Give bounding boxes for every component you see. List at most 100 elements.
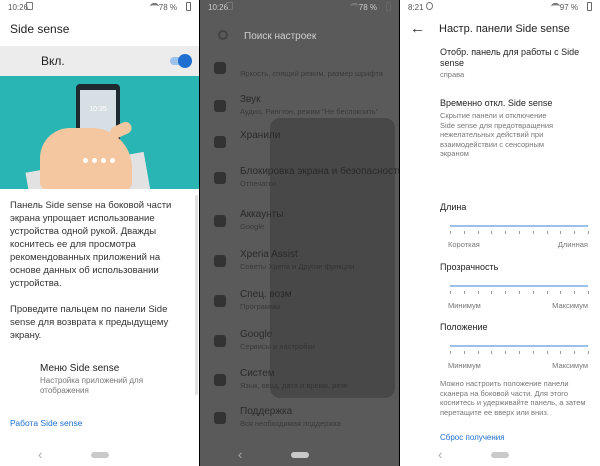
slider-tick [519, 231, 520, 234]
back-arrow-icon[interactable]: ← [410, 20, 425, 37]
slider-tick [519, 351, 520, 354]
side-sense-menu [270, 118, 395, 398]
slider-tick [450, 291, 451, 294]
status-time: 8:21 [408, 3, 424, 12]
setting-icon [214, 295, 226, 307]
slider-tick [588, 231, 589, 234]
how-it-works-link[interactable]: Работа Side sense [10, 418, 82, 428]
slider-tick [477, 231, 479, 234]
slider-tick [491, 291, 493, 294]
slider-tick [491, 351, 493, 354]
nav-bar: ‹ [0, 444, 199, 466]
setting-icon [214, 172, 226, 184]
slider-tick [463, 231, 465, 234]
side-sense-intro-screen: 10:26 78 % Side sense Вкл. 10:35 Панель … [0, 0, 199, 466]
setting-icon [214, 374, 226, 386]
slider-tick [477, 351, 479, 354]
setting-title: Звук [240, 94, 261, 105]
illustration-clock: 10:35 [89, 106, 107, 113]
length-max: Длинная [557, 240, 588, 249]
settings-row[interactable]: Яркость, спящий режим, размер шрифта [200, 50, 399, 90]
setting-subtitle: Google [240, 222, 265, 231]
hand-phone-illustration: 10:35 [0, 76, 199, 189]
length-ticks [450, 231, 589, 235]
setting-icon [214, 62, 226, 74]
battery-percent: 78 % [358, 3, 377, 12]
status-bar: 8:21 97 % [400, 0, 600, 16]
slider-tick [450, 231, 451, 234]
search-bar[interactable]: Поиск настроек [200, 22, 399, 50]
reset-link[interactable]: Сброс получения [440, 433, 505, 442]
nav-bar: ‹ [200, 444, 399, 466]
slider-tick [477, 291, 479, 294]
length-slider-track[interactable] [450, 225, 588, 227]
scrollbar[interactable] [195, 195, 198, 395]
status-bar: 10:26 78 % [0, 0, 199, 16]
panel-side-title[interactable]: Отобр. панель для работы с Side sense [440, 47, 590, 69]
slider-tick [450, 351, 451, 354]
settings-row[interactable]: Поддержка Вся необходимая поддержка [200, 400, 399, 440]
home-pill[interactable] [491, 452, 509, 458]
side-sense-menu-screen: 10:26 78 % Поиск настроек Яркость, спящи… [200, 0, 399, 466]
transparency-slider-track[interactable] [450, 285, 588, 287]
battery-icon [386, 2, 391, 11]
home-pill[interactable] [291, 452, 309, 458]
disable-title[interactable]: Временно откл. Side sense [440, 98, 590, 109]
position-min: Минимум [448, 361, 481, 370]
enable-toggle-row[interactable]: Вкл. [0, 46, 199, 76]
notification-icon [26, 2, 33, 10]
menu-heading[interactable]: Меню Side sense [40, 363, 119, 374]
setting-subtitle: Яркость, спящий режим, размер шрифта [240, 69, 383, 78]
slider-tick [574, 291, 576, 294]
slider-tick [574, 231, 576, 234]
position-max: Максимум [552, 361, 588, 370]
transparency-min: Минимум [448, 301, 481, 310]
battery-icon [186, 2, 191, 11]
page-title: Side sense [10, 22, 70, 36]
transparency-range: Минимум Максимум [448, 301, 588, 310]
nav-bar: ‹ [400, 444, 600, 466]
setting-icon [214, 412, 226, 424]
length-range: Короткая Длинная [448, 240, 588, 249]
slider-tick [463, 291, 465, 294]
back-icon[interactable]: ‹ [438, 447, 442, 462]
screenshot-collage: 10:26 78 % Side sense Вкл. 10:35 Панель … [0, 0, 600, 466]
panel-side-value: справа [440, 70, 465, 79]
slider-tick [546, 231, 548, 234]
search-input[interactable]: Поиск настроек [244, 31, 316, 42]
position-slider-track[interactable] [450, 345, 588, 347]
setting-subtitle: Вся необходимая поддержка [240, 419, 341, 428]
page-title: Настр. панели Side sense [439, 23, 570, 35]
slider-tick [560, 291, 562, 294]
slider-tick [491, 231, 493, 234]
slider-tick [588, 291, 589, 294]
position-range: Минимум Максимум [448, 361, 588, 370]
setting-subtitle: Аудио, Рингтон, режим "Не беспокоить" [240, 107, 379, 116]
notification-icon [426, 2, 433, 10]
setting-icon [214, 215, 226, 227]
disable-description: Скрытие панели и отключение Side sense д… [440, 111, 554, 158]
setting-icon [214, 335, 226, 347]
slider-tick [519, 291, 520, 294]
transparency-label: Прозрачность [440, 262, 499, 272]
slider-tick [588, 351, 589, 354]
slider-tick [505, 231, 507, 234]
wifi-icon [350, 2, 359, 10]
back-icon[interactable]: ‹ [38, 447, 42, 462]
length-label: Длина [440, 202, 467, 212]
setting-title: Google [240, 329, 273, 340]
description-text: Панель Side sense на боковой части экран… [10, 200, 172, 289]
back-gesture-text: Проведите пальцем по панели Side sense д… [10, 304, 169, 341]
enable-switch[interactable] [170, 54, 192, 68]
slider-tick [560, 231, 562, 234]
home-pill[interactable] [91, 452, 109, 458]
transparency-max: Максимум [552, 301, 588, 310]
notification-icon [226, 2, 233, 10]
slider-tick [546, 291, 548, 294]
setting-title: Поддержка [240, 406, 293, 417]
slider-tick [532, 351, 534, 354]
back-icon[interactable]: ‹ [238, 447, 242, 462]
slider-tick [532, 231, 534, 234]
slider-tick [560, 351, 562, 354]
slider-tick [505, 351, 507, 354]
